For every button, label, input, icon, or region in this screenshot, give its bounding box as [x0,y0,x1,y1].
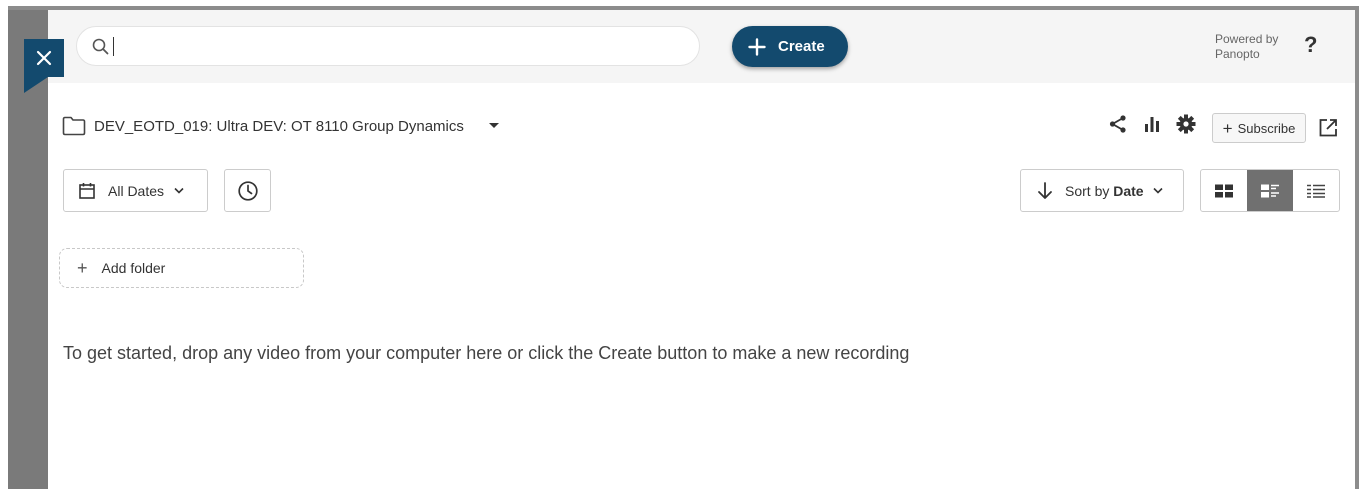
search-input[interactable] [122,31,682,61]
sort-label: Sort by Date [1065,183,1144,199]
create-button-label: Create [778,38,825,55]
grid-view-icon [1215,184,1233,197]
arrow-down-icon [1038,181,1052,199]
add-folder-button[interactable]: + Add folder [59,248,304,288]
share-button[interactable] [1106,114,1130,134]
stats-icon [1145,117,1159,132]
create-button[interactable]: Create [732,26,848,67]
sort-dropdown[interactable]: Sort by Date [1020,169,1184,212]
main-panel: Create Powered by Panopto ? DEV_EOTD_019… [48,10,1355,489]
powered-by-line2: Panopto [1215,47,1260,61]
caret-down-icon[interactable] [489,123,499,128]
settings-button[interactable] [1174,114,1198,134]
chevron-down-icon [174,187,184,194]
empty-state-message: To get started, drop any video from your… [63,343,910,363]
plus-icon [748,37,766,56]
gear-icon [1176,114,1196,134]
powered-by-line1: Powered by [1215,32,1279,46]
help-button[interactable]: ? [1304,32,1317,58]
recent-filter-button[interactable] [224,169,271,212]
folder-title: DEV_EOTD_019: Ultra DEV: OT 8110 Group D… [94,117,464,135]
powered-by: Powered by Panopto [1215,32,1295,62]
date-filter-label: All Dates [108,182,165,199]
sort-field: Date [1113,182,1144,199]
search-box[interactable] [76,26,700,66]
detail-view-button[interactable] [1247,170,1293,211]
view-mode-toggle [1200,169,1340,212]
text-caret [113,36,114,56]
plus-icon: + [77,258,88,278]
plus-icon: + [1222,118,1233,138]
stats-button[interactable] [1140,115,1164,133]
share-icon [1109,115,1126,133]
search-icon [92,38,109,54]
top-bar: Create Powered by Panopto ? [48,10,1355,83]
list-view-button[interactable] [1293,170,1339,211]
chevron-down-icon [1153,187,1163,194]
list-view-icon [1307,184,1325,198]
subscribe-label: Subscribe [1237,120,1296,136]
date-filter-dropdown[interactable]: All Dates [63,169,208,212]
grid-view-button[interactable] [1201,170,1247,211]
close-icon [36,50,52,66]
sort-prefix: Sort by [1065,182,1110,199]
subscribe-button[interactable]: + Subscribe [1212,113,1306,143]
detail-view-icon [1261,184,1279,197]
external-link-icon [1319,119,1337,137]
open-in-new-window-button[interactable] [1318,118,1338,143]
calendar-icon [79,182,95,199]
clock-icon [237,180,258,201]
add-folder-label: Add folder [101,260,166,276]
right-border [1355,6,1359,489]
close-button[interactable] [24,39,64,77]
close-button-tail [24,77,48,93]
folder-actions [1106,114,1198,134]
folder-header: DEV_EOTD_019: Ultra DEV: OT 8110 Group D… [62,114,499,138]
folder-icon [62,116,86,136]
